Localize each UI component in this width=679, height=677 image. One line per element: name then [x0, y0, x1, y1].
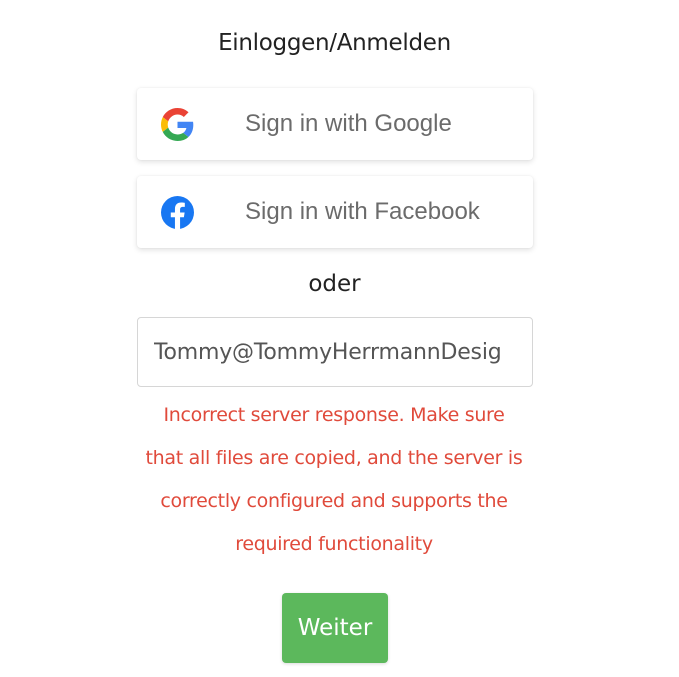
facebook-signin-button[interactable]: Sign in with Facebook [137, 176, 533, 248]
separator-text: oder [308, 271, 361, 297]
google-icon [161, 108, 194, 141]
error-line: Incorrect server response. Make sure [163, 404, 505, 426]
continue-button[interactable]: Weiter [282, 593, 388, 663]
facebook-signin-label: Sign in with Facebook [245, 198, 480, 225]
facebook-icon [161, 196, 194, 230]
error-line: required functionality [235, 533, 433, 555]
error-line: that all files are copied, and the serve… [145, 447, 523, 469]
google-signin-label: Sign in with Google [245, 110, 452, 137]
email-field[interactable] [137, 317, 533, 387]
page-title: Einloggen/Anmelden [218, 30, 451, 56]
google-signin-button[interactable]: Sign in with Google [137, 88, 533, 160]
login-panel: Einloggen/Anmelden Sign in with Google S… [0, 0, 679, 677]
email-input[interactable] [138, 318, 518, 386]
error-message: Incorrect server response. Make sure tha… [118, 394, 550, 566]
error-line: correctly configured and supports the [160, 490, 508, 512]
